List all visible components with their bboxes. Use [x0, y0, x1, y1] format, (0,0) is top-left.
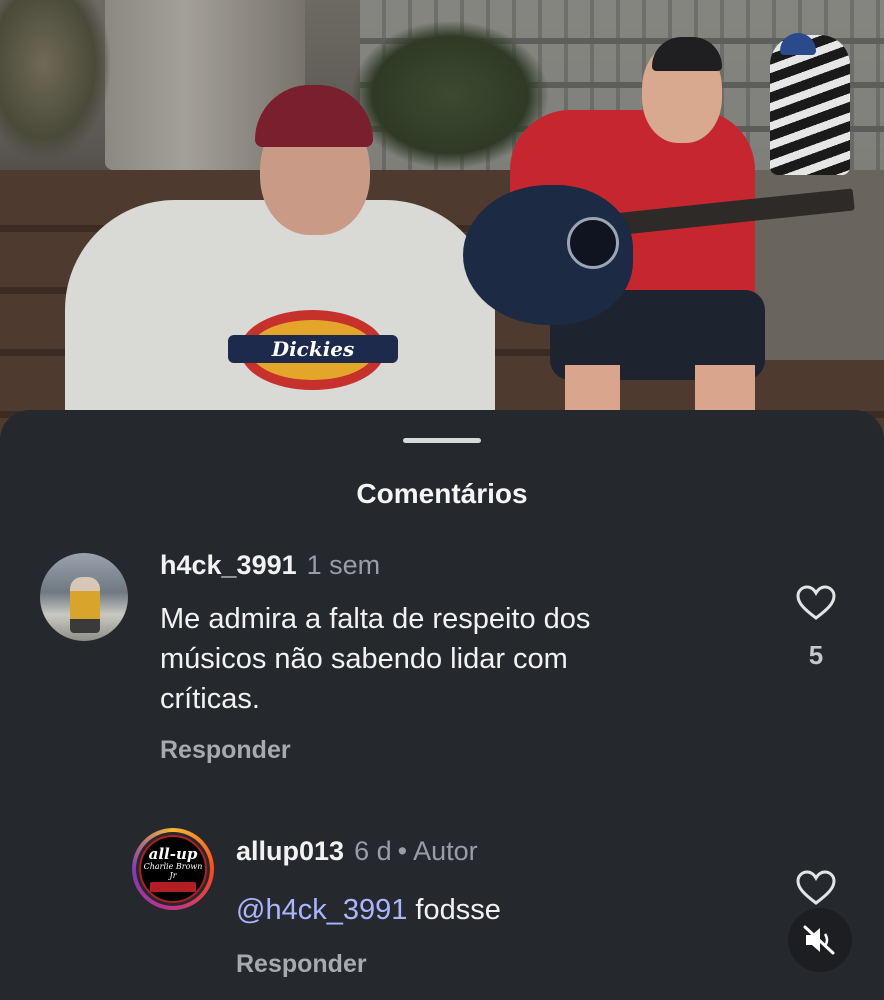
reply-button[interactable]: Responder [236, 950, 367, 979]
comment-body: fodsse [415, 894, 501, 926]
comment-text-line: críticas. [160, 683, 260, 715]
comment-meta: allup013 6 d • Autor [236, 836, 478, 867]
comment-username[interactable]: h4ck_3991 [160, 550, 297, 580]
like-count: 5 [808, 640, 824, 670]
mute-button[interactable] [788, 908, 852, 972]
reply-button[interactable]: Responder [160, 736, 291, 765]
shirt-logo-text: Dickies [228, 335, 398, 363]
comment-text-line: Me admira a falta de respeito dos [160, 603, 591, 635]
comment-text: @h4ck_3991 fodsse [236, 890, 756, 930]
comment-text: Me admira a falta de respeito dos músico… [160, 599, 760, 719]
comment-time: 1 sem [306, 550, 381, 580]
sheet-title: Comentários [356, 478, 528, 509]
shirt-logo: Dickies [228, 310, 398, 390]
allup-logo-avatar-icon: all-up Charlie Brown Jr [139, 835, 207, 903]
legs [565, 365, 755, 415]
avatar-sub-text: Charlie Brown Jr [143, 861, 203, 880]
avatar[interactable]: all-up Charlie Brown Jr [132, 828, 214, 910]
speaker-muted-icon [803, 925, 835, 955]
comment-text-line: músicos não sabendo lidar com [160, 643, 568, 675]
black-cap [652, 37, 722, 71]
mention-link[interactable]: @h4ck_3991 [236, 894, 407, 926]
red-cap [255, 85, 373, 147]
meta-separator: • [397, 836, 408, 866]
comment-meta: h4ck_3991 1 sem [160, 550, 380, 581]
guitar-soundhole [567, 217, 619, 269]
comments-sheet: Comentários h4ck_3991 1 sem Me admira a f… [0, 410, 884, 1000]
heart-icon[interactable] [796, 870, 836, 906]
user-avatar-photo-icon [70, 577, 100, 633]
heart-icon[interactable] [796, 585, 836, 621]
avatar[interactable] [40, 553, 128, 641]
author-badge: Autor [413, 836, 478, 866]
drag-handle[interactable] [403, 438, 481, 443]
video-player[interactable]: Dickies [0, 0, 884, 470]
singer-person: Dickies [65, 85, 495, 415]
comment-time: 6 d [354, 836, 392, 866]
avatar-brand-text: all-up [148, 844, 198, 863]
comment-username[interactable]: allup013 [236, 836, 344, 866]
